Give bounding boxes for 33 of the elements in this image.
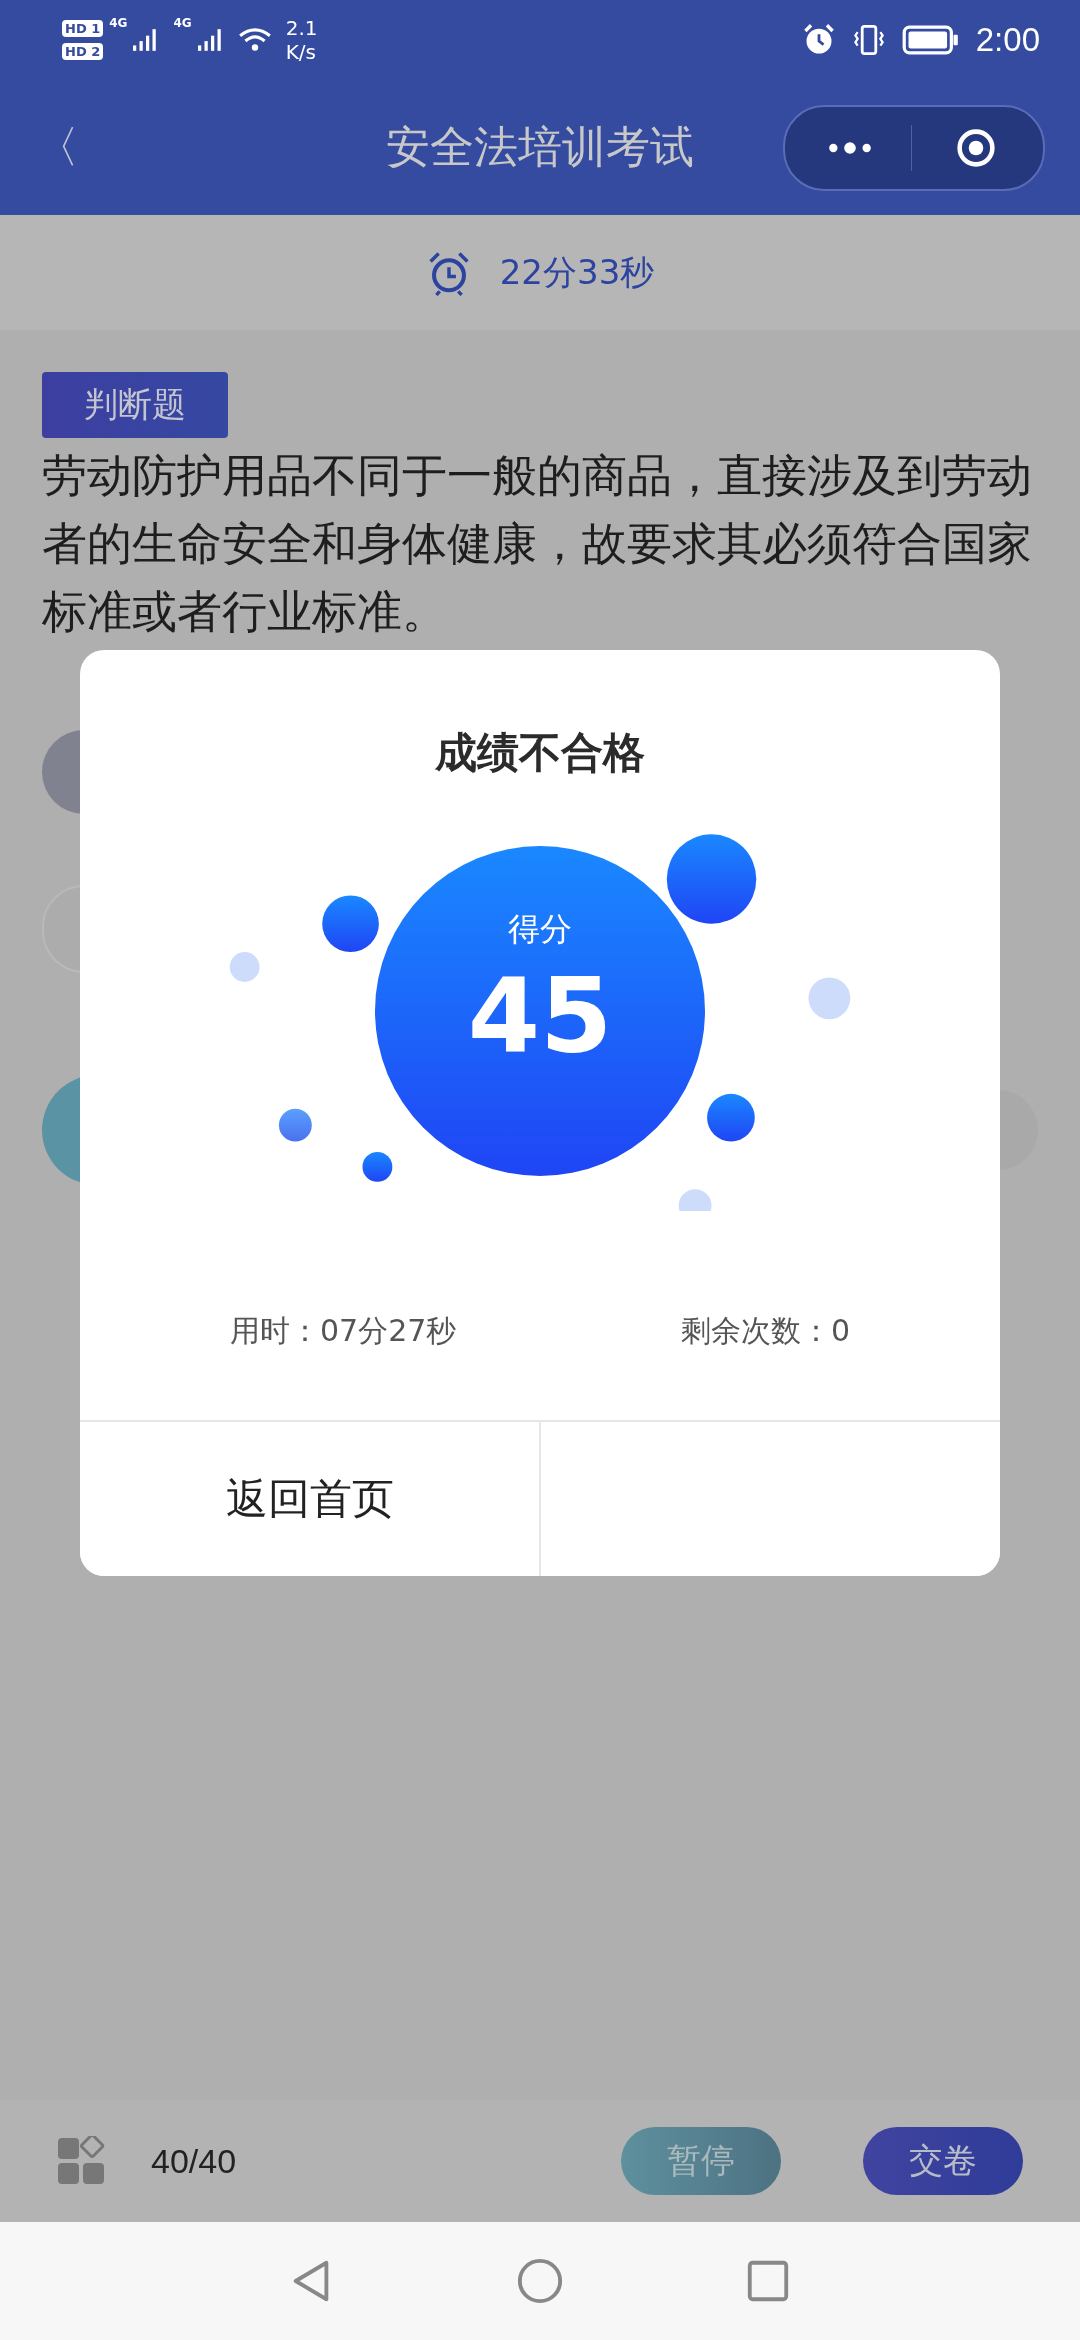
close-target-icon[interactable]: [956, 127, 996, 168]
bubble: [707, 1093, 755, 1142]
bubble: [229, 952, 260, 982]
score-value: 45: [467, 964, 613, 1068]
bubble: [362, 1152, 393, 1182]
network-label: 4G: [173, 16, 192, 30]
vibrate-icon: [851, 23, 886, 57]
score-label: 得分: [508, 909, 572, 950]
speed-unit: K/s: [285, 40, 317, 64]
bubble: [322, 895, 379, 953]
attempts-left: 剩余次数：0: [680, 1312, 850, 1350]
dialog-title: 成绩不合格: [435, 727, 645, 779]
network-label: 4G: [109, 16, 128, 30]
time-used: 用时：07分27秒: [230, 1312, 457, 1350]
signal-icon: [197, 28, 224, 52]
wifi-icon: [237, 27, 272, 53]
answer-sheet-icon[interactable]: [57, 2136, 107, 2186]
question-type-tag: 判断题: [42, 372, 228, 438]
alarm-icon: [801, 23, 836, 57]
bubble: [278, 1108, 312, 1142]
clock-time: 2:00: [975, 21, 1040, 59]
back-button[interactable]: 〈: [35, 118, 79, 177]
bubble: [678, 1189, 712, 1211]
bubble: [808, 977, 851, 1020]
sim-label: HD 2: [62, 43, 104, 60]
home-nav-icon[interactable]: [516, 2257, 564, 2305]
page-title: 安全法培训考试: [386, 120, 694, 174]
submit-button[interactable]: 交卷: [863, 2127, 1023, 2195]
question-text: 劳动防护用品不同于一般的商品，直接涉及到劳动者的生命安全和身体健康，故要求其必须符合国家标准或者行业标准。: [42, 448, 1033, 640]
sim-label: HD 1: [62, 20, 104, 37]
speed-value: 2.1: [285, 16, 318, 40]
battery-icon: [901, 25, 960, 55]
countdown-timer: 22分33秒: [499, 250, 655, 294]
